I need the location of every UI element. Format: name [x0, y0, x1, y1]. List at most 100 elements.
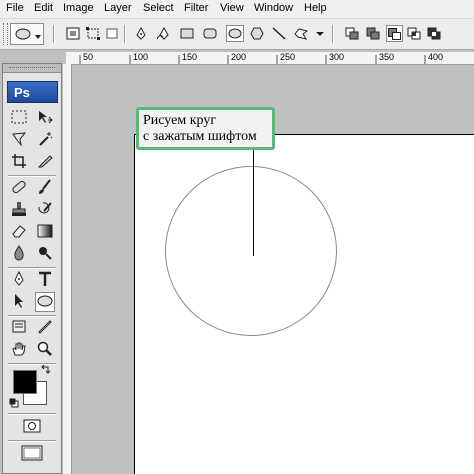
marquee-tool[interactable]: [9, 108, 29, 128]
notes-tool[interactable]: [9, 318, 29, 338]
polygon-icon: [250, 27, 264, 40]
rounded-rectangle-button[interactable]: [203, 27, 217, 40]
hand-tool[interactable]: [9, 340, 29, 360]
menu-help[interactable]: Help: [304, 2, 327, 15]
new-shape-area-button[interactable]: [345, 27, 359, 40]
callout-line-2: с зажатым шифтом: [143, 129, 257, 144]
annotation-callout: Рисуем круг с зажатым шифтом: [136, 107, 275, 150]
intersect-shape-icon: [407, 27, 421, 40]
tool-preset-picker[interactable]: [10, 23, 44, 45]
paths-button[interactable]: [86, 27, 100, 40]
dropdown-arrow-icon: [316, 31, 324, 37]
menu-window[interactable]: Window: [254, 2, 293, 15]
subtract-shape-button[interactable]: [386, 25, 403, 42]
options-bar: [0, 19, 474, 50]
menu-layer[interactable]: Layer: [104, 2, 132, 15]
default-colors-icon[interactable]: [9, 398, 19, 411]
geometry-options-button[interactable]: [313, 27, 327, 40]
quick-mask-button[interactable]: [22, 419, 42, 435]
rectangle-icon: [180, 27, 194, 40]
photoshop-logo[interactable]: Ps: [7, 81, 58, 103]
ellipse-tool[interactable]: [35, 292, 55, 312]
exclude-overlap-button[interactable]: [427, 27, 441, 40]
gradient-tool[interactable]: [35, 222, 55, 242]
ruler-label: 300: [329, 52, 345, 62]
bandage-icon: [11, 179, 27, 198]
custom-shape-button[interactable]: [294, 27, 308, 40]
ruler-label: 150: [182, 52, 198, 62]
slice-tool[interactable]: [35, 152, 55, 172]
hand-icon: [11, 341, 27, 360]
gradient-icon: [37, 224, 53, 241]
ruler-label: 400: [428, 52, 444, 62]
new-shape-area-icon: [345, 27, 359, 40]
line-button[interactable]: [272, 27, 286, 40]
pen-tool[interactable]: [9, 270, 29, 290]
ruler-label: 200: [231, 52, 247, 62]
line-icon: [272, 27, 286, 40]
foreground-color-swatch[interactable]: [13, 370, 37, 394]
shape-layers-icon: [66, 27, 80, 40]
crop-icon: [11, 153, 27, 172]
eyedropper-tool[interactable]: [35, 318, 55, 338]
path-selection-tool[interactable]: [9, 292, 29, 312]
screen-mode-button[interactable]: [20, 445, 44, 463]
ellipse-tool-preset-icon: [15, 28, 31, 43]
zoom-tool[interactable]: [35, 340, 55, 360]
quick-mask-icon: [23, 419, 41, 436]
menu-edit[interactable]: Edit: [34, 2, 53, 15]
ruler-label: 50: [83, 52, 94, 62]
menu-file[interactable]: File: [6, 2, 24, 15]
note-icon: [11, 319, 27, 338]
move-tool[interactable]: [35, 108, 55, 128]
eraser-icon: [11, 223, 27, 242]
ruler-label: 350: [379, 52, 395, 62]
polygon-button[interactable]: [250, 27, 264, 40]
intersect-shape-button[interactable]: [407, 27, 421, 40]
shape-layers-button[interactable]: [66, 27, 80, 40]
brush-tool[interactable]: [35, 178, 55, 198]
pen-button[interactable]: [134, 27, 148, 40]
pen-icon: [11, 270, 27, 290]
menu-bar: File Edit Image Layer Select Filter View…: [0, 0, 474, 19]
screen-mode-icon: [21, 445, 43, 464]
ruler-label: 100: [133, 52, 149, 62]
toolbox-grip[interactable]: [3, 64, 61, 73]
magic-wand-tool[interactable]: [35, 130, 55, 150]
dodge-tool[interactable]: [35, 244, 55, 264]
blur-tool[interactable]: [9, 244, 29, 264]
type-tool[interactable]: [35, 270, 55, 290]
fill-pixels-button[interactable]: [105, 27, 119, 40]
pen-icon: [134, 27, 148, 40]
menu-view[interactable]: View: [220, 2, 244, 15]
crop-tool[interactable]: [9, 152, 29, 172]
lasso-icon: [11, 131, 27, 150]
menu-select[interactable]: Select: [143, 2, 174, 15]
clone-stamp-tool[interactable]: [9, 200, 29, 220]
custom-shape-icon: [294, 27, 308, 40]
menu-filter[interactable]: Filter: [184, 2, 208, 15]
brush-icon: [37, 178, 53, 198]
add-to-shape-button[interactable]: [366, 27, 380, 40]
eyedropper-icon: [37, 319, 53, 338]
eraser-tool[interactable]: [9, 222, 29, 242]
ruler-horizontal: 50 100 150 200 250 300 350 400: [66, 52, 474, 65]
swap-colors-icon[interactable]: [41, 364, 51, 377]
menu-image[interactable]: Image: [63, 2, 94, 15]
lasso-tool[interactable]: [9, 130, 29, 150]
healing-brush-tool[interactable]: [9, 178, 29, 198]
history-brush-tool[interactable]: [35, 200, 55, 220]
freeform-pen-button[interactable]: [157, 27, 171, 40]
ellipse-icon: [37, 295, 53, 310]
history-brush-icon: [37, 201, 53, 220]
rounded-rectangle-icon: [203, 27, 217, 40]
arrow-pointer-icon: [11, 293, 27, 312]
dropdown-arrow-icon: [35, 31, 41, 43]
ellipse-shape-outline: [165, 166, 337, 336]
add-to-shape-icon: [366, 27, 380, 40]
ruler-label: 250: [280, 52, 296, 62]
callout-line-1: Рисуем круг: [143, 113, 217, 128]
options-grip[interactable]: [3, 23, 8, 45]
rectangle-button[interactable]: [180, 27, 194, 40]
ellipse-button[interactable]: [226, 25, 244, 42]
